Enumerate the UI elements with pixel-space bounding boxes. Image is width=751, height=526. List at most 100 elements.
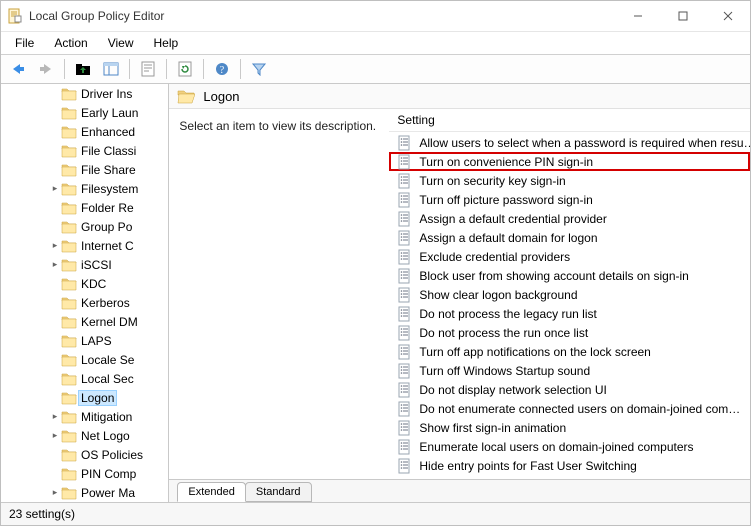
refresh-button[interactable] (172, 57, 198, 81)
tree-item-label: Filesystem (79, 182, 140, 196)
tree-item[interactable]: KDC (1, 274, 168, 293)
setting-row[interactable]: Exclude credential providers (389, 247, 750, 266)
minimize-button[interactable] (615, 1, 660, 31)
setting-row[interactable]: Block user from showing account details … (389, 266, 750, 285)
setting-row[interactable]: Turn on convenience PIN sign-in (389, 152, 750, 171)
settings-list[interactable]: Allow users to select when a password is… (389, 132, 750, 479)
details-prompt: Select an item to view its description. (179, 119, 376, 133)
policy-icon (397, 325, 413, 341)
policy-icon (397, 154, 413, 170)
tree-item[interactable]: ▸ iSCSI (1, 255, 168, 274)
setting-row[interactable]: Turn on security key sign-in (389, 171, 750, 190)
setting-row[interactable]: Hide entry points for Fast User Switchin… (389, 456, 750, 475)
setting-row[interactable]: Turn off picture password sign-in (389, 190, 750, 209)
settings-header-label: Setting (397, 113, 434, 127)
folder-open-icon (177, 88, 195, 104)
tree-item[interactable]: ▸Power Ma (1, 483, 168, 502)
setting-row[interactable]: Do not process the run once list (389, 323, 750, 342)
menu-view[interactable]: View (98, 34, 144, 52)
tree-item[interactable]: LAPS (1, 331, 168, 350)
tree-item[interactable]: Local Sec (1, 369, 168, 388)
tree-item-label: OS Policies (79, 448, 145, 462)
menu-file[interactable]: File (5, 34, 44, 52)
folder-icon (61, 372, 77, 386)
tree-item[interactable]: ▸Net Logo (1, 426, 168, 445)
path-title: Logon (203, 89, 239, 104)
tree-item-label: iSCSI (79, 258, 114, 272)
statusbar: 23 setting(s) (1, 502, 750, 525)
chevron-right-icon[interactable]: ▸ (49, 240, 61, 251)
tree-item-label: File Share (79, 163, 138, 177)
close-button[interactable] (705, 1, 750, 31)
menu-help[interactable]: Help (144, 34, 189, 52)
policy-icon (397, 382, 413, 398)
setting-row[interactable]: Assign a default domain for logon (389, 228, 750, 247)
setting-row[interactable]: Do not enumerate connected users on doma… (389, 399, 750, 418)
svg-text:?: ? (220, 65, 225, 76)
setting-label: Do not enumerate connected users on doma… (419, 402, 740, 416)
setting-row[interactable]: Do not display network selection UI (389, 380, 750, 399)
setting-row[interactable]: Allow users to select when a password is… (389, 133, 750, 152)
chevron-right-icon[interactable]: ▸ (49, 487, 61, 498)
tree-item[interactable]: Folder Re (1, 198, 168, 217)
tree-item-label: Locale Se (79, 353, 136, 367)
tree-item[interactable]: Group Po (1, 217, 168, 236)
setting-row[interactable]: Assign a default credential provider (389, 209, 750, 228)
tree-item[interactable]: ▸ Filesystem (1, 179, 168, 198)
maximize-button[interactable] (660, 1, 705, 31)
policy-icon (397, 230, 413, 246)
filter-button[interactable] (246, 57, 272, 81)
setting-row[interactable]: Do not process the legacy run list (389, 304, 750, 323)
tree-item[interactable]: ▸Mitigation (1, 407, 168, 426)
tree-item[interactable]: File Share (1, 160, 168, 179)
folder-icon (61, 315, 77, 329)
tree-item[interactable]: File Classi (1, 141, 168, 160)
folder-icon (61, 144, 77, 158)
tree-item[interactable]: Enhanced (1, 122, 168, 141)
tree-scroller[interactable]: Driver Ins Early Laun Enhanced File Classi F… (1, 84, 168, 502)
setting-row[interactable]: Show clear logon background (389, 285, 750, 304)
tree-item[interactable]: Kerberos (1, 293, 168, 312)
properties-button[interactable] (135, 57, 161, 81)
tree-item[interactable]: OS Policies (1, 445, 168, 464)
setting-row[interactable]: Turn off app notifications on the lock s… (389, 342, 750, 361)
toolbar: ? (1, 55, 750, 84)
tree-item[interactable]: PIN Comp (1, 464, 168, 483)
tree-item[interactable]: ▸Internet C (1, 236, 168, 255)
tab-extended[interactable]: Extended (177, 482, 245, 502)
titlebar: Local Group Policy Editor (1, 1, 750, 32)
chevron-right-icon[interactable]: ▸ (49, 259, 61, 270)
setting-label: Exclude credential providers (419, 250, 570, 264)
tree-item[interactable]: Locale Se (1, 350, 168, 369)
tree-item-label: LAPS (79, 334, 114, 348)
tree-item[interactable]: Early Laun (1, 103, 168, 122)
folder-icon (61, 258, 77, 272)
menubar: File Action View Help (1, 32, 750, 55)
setting-label: Do not display network selection UI (419, 383, 606, 397)
help-button[interactable]: ? (209, 57, 235, 81)
back-button[interactable] (5, 57, 31, 81)
folder-icon (61, 201, 77, 215)
setting-label: Turn on security key sign-in (419, 174, 565, 188)
chevron-right-icon[interactable]: ▸ (49, 183, 61, 194)
chevron-right-icon[interactable]: ▸ (49, 411, 61, 422)
setting-row[interactable]: Enumerate local users on domain-joined c… (389, 437, 750, 456)
chevron-right-icon[interactable]: ▸ (49, 430, 61, 441)
show-hide-tree-button[interactable] (98, 57, 124, 81)
policy-icon (397, 401, 413, 417)
tree-item[interactable]: Kernel DM (1, 312, 168, 331)
settings-header[interactable]: Setting (389, 109, 750, 132)
folder-icon (61, 239, 77, 253)
setting-row[interactable]: Turn off Windows Startup sound (389, 361, 750, 380)
tree-item[interactable]: Driver Ins (1, 84, 168, 103)
setting-label: Turn off app notifications on the lock s… (419, 345, 650, 359)
forward-button[interactable] (33, 57, 59, 81)
tab-standard[interactable]: Standard (245, 482, 312, 502)
tree-item-label: File Classi (79, 144, 138, 158)
tree-item[interactable]: Logon (1, 388, 168, 407)
up-button[interactable] (70, 57, 96, 81)
setting-row[interactable]: Show first sign-in animation (389, 418, 750, 437)
menu-action[interactable]: Action (44, 34, 97, 52)
policy-icon (397, 344, 413, 360)
tree-item-label: Early Laun (79, 106, 140, 120)
